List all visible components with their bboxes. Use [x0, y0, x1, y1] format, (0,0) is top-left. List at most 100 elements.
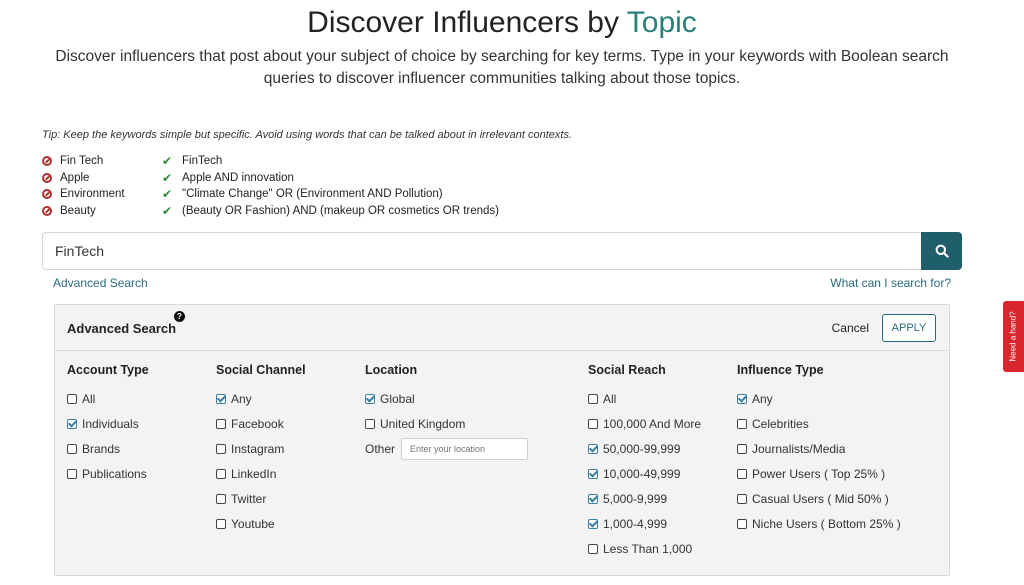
checkbox[interactable] — [737, 418, 747, 429]
checkbox[interactable] — [216, 393, 226, 404]
example-row: Apple ✔ Apple AND innovation — [42, 170, 499, 187]
checkmark-icon: ✔ — [162, 187, 173, 202]
social-channel-option-facebook[interactable]: Facebook — [216, 411, 306, 436]
page-title: Discover Influencers by Topic — [0, 6, 1004, 40]
location-filter: Location Global United Kingdom Other — [365, 363, 529, 461]
filter-heading: Social Channel — [216, 363, 306, 377]
checkbox[interactable] — [216, 468, 226, 479]
location-input[interactable] — [401, 437, 529, 460]
checkbox[interactable] — [588, 493, 598, 504]
social-channel-filter: Social Channel Any Facebook Instagram Li… — [216, 363, 306, 536]
bad-example: Environment — [60, 188, 125, 201]
influence-type-option-any[interactable]: Any — [737, 386, 901, 411]
checkbox[interactable] — [216, 443, 226, 454]
social-reach-option-1000-4999[interactable]: 1,000-4,999 — [588, 511, 701, 536]
social-channel-option-linkedin[interactable]: LinkedIn — [216, 461, 306, 486]
checkbox[interactable] — [737, 393, 747, 404]
search-button[interactable] — [921, 232, 962, 270]
checkbox[interactable] — [67, 443, 77, 454]
influence-type-option-niche-users[interactable]: Niche Users ( Bottom 25% ) — [737, 511, 901, 536]
checkbox[interactable] — [67, 393, 77, 404]
checkbox[interactable] — [365, 418, 375, 429]
social-channel-option-twitter[interactable]: Twitter — [216, 486, 306, 511]
prohibited-icon — [42, 172, 52, 183]
location-option-global[interactable]: Global — [365, 386, 528, 411]
checkbox[interactable] — [588, 418, 598, 429]
page-title-accent: Topic — [626, 6, 697, 39]
checkbox[interactable] — [67, 468, 77, 479]
bad-example: Apple — [60, 171, 90, 184]
prohibited-icon — [42, 189, 52, 200]
advanced-search-header: Advanced Search ? Cancel APPLY — [55, 305, 949, 351]
social-channel-option-instagram[interactable]: Instagram — [216, 436, 306, 461]
social-channel-option-any[interactable]: Any — [216, 386, 306, 411]
account-type-option-brands[interactable]: Brands — [67, 436, 149, 461]
example-row: Fin Tech ✔ FinTech — [42, 153, 499, 170]
help-icon[interactable]: ? — [174, 311, 185, 322]
social-reach-option-10000-49999[interactable]: 10,000-49,999 — [588, 461, 701, 486]
bad-example: Fin Tech — [60, 155, 104, 168]
checkbox[interactable] — [216, 518, 226, 529]
checkbox[interactable] — [365, 393, 375, 404]
page-title-main: Discover Influencers by — [307, 6, 619, 39]
social-reach-option-all[interactable]: All — [588, 386, 701, 411]
good-example: (Beauty OR Fashion) AND (makeup OR cosme… — [182, 204, 499, 217]
example-row: Environment ✔ "Climate Change" OR (Enviro… — [42, 186, 499, 203]
prohibited-icon — [42, 156, 52, 167]
checkbox[interactable] — [737, 493, 747, 504]
influence-type-option-power-users[interactable]: Power Users ( Top 25% ) — [737, 461, 901, 486]
need-a-hand-label: Need a hand? — [1009, 311, 1019, 362]
location-option-united-kingdom[interactable]: United Kingdom — [365, 411, 528, 436]
checkbox[interactable] — [216, 418, 226, 429]
checkmark-icon: ✔ — [162, 203, 173, 218]
checkbox[interactable] — [588, 393, 598, 404]
social-reach-option-less-than-1000[interactable]: Less Than 1,000 — [588, 536, 701, 561]
checkbox[interactable] — [216, 493, 226, 504]
influence-type-option-celebrities[interactable]: Celebrities — [737, 411, 901, 436]
checkbox[interactable] — [588, 443, 598, 454]
advanced-search-panel: Advanced Search ? Cancel APPLY Account T… — [54, 304, 950, 576]
account-type-option-individuals[interactable]: Individuals — [67, 411, 149, 436]
social-reach-option-100000-plus[interactable]: 100,000 And More — [588, 411, 701, 436]
bad-example: Beauty — [60, 204, 96, 217]
checkbox[interactable] — [67, 418, 77, 429]
social-reach-option-50000-99999[interactable]: 50,000-99,999 — [588, 436, 701, 461]
filter-heading: Social Reach — [588, 363, 666, 377]
checkbox[interactable] — [737, 518, 747, 529]
checkbox[interactable] — [588, 543, 598, 554]
social-reach-filter: Social Reach All 100,000 And More 50,000… — [588, 363, 701, 561]
search-bar — [42, 232, 962, 270]
keyword-examples: Fin Tech ✔ FinTech Apple ✔ Apple AND innov… — [42, 153, 499, 219]
influence-type-option-journalists-media[interactable]: Journalists/Media — [737, 436, 901, 461]
checkmark-icon: ✔ — [162, 170, 173, 185]
social-reach-option-5000-9999[interactable]: 5,000-9,999 — [588, 486, 701, 511]
advanced-search-title: Advanced Search — [67, 321, 177, 336]
apply-button[interactable]: APPLY — [882, 314, 936, 342]
advanced-search-link[interactable]: Advanced Search — [53, 276, 148, 290]
search-input[interactable] — [42, 232, 921, 270]
account-type-option-all[interactable]: All — [67, 386, 149, 411]
checkbox[interactable] — [588, 518, 598, 529]
influence-type-filter: Influence Type Any Celebrities Journalis… — [737, 363, 901, 536]
filter-heading: Influence Type — [737, 363, 824, 377]
filter-heading: Location — [365, 363, 418, 377]
checkbox[interactable] — [588, 468, 598, 479]
account-type-option-publications[interactable]: Publications — [67, 461, 149, 486]
prohibited-icon — [42, 205, 52, 216]
good-example: Apple AND innovation — [182, 171, 294, 184]
influence-type-option-casual-users[interactable]: Casual Users ( Mid 50% ) — [737, 486, 901, 511]
what-can-i-search-link[interactable]: What can I search for? — [830, 276, 951, 290]
good-example: FinTech — [182, 155, 223, 168]
filter-heading: Account Type — [67, 363, 149, 377]
search-icon — [935, 244, 949, 258]
location-other-label: Other — [365, 441, 396, 456]
need-a-hand-tab[interactable]: Need a hand? — [1003, 301, 1024, 372]
search-tip: Tip: Keep the keywords simple but specif… — [42, 129, 573, 141]
example-row: Beauty ✔ (Beauty OR Fashion) AND (makeup … — [42, 203, 499, 220]
good-example: "Climate Change" OR (Environment AND Pol… — [182, 188, 443, 201]
social-channel-option-youtube[interactable]: Youtube — [216, 511, 306, 536]
checkbox[interactable] — [737, 468, 747, 479]
cancel-button[interactable]: Cancel — [832, 321, 869, 335]
location-other-row: Other — [365, 436, 529, 461]
checkbox[interactable] — [737, 443, 747, 454]
